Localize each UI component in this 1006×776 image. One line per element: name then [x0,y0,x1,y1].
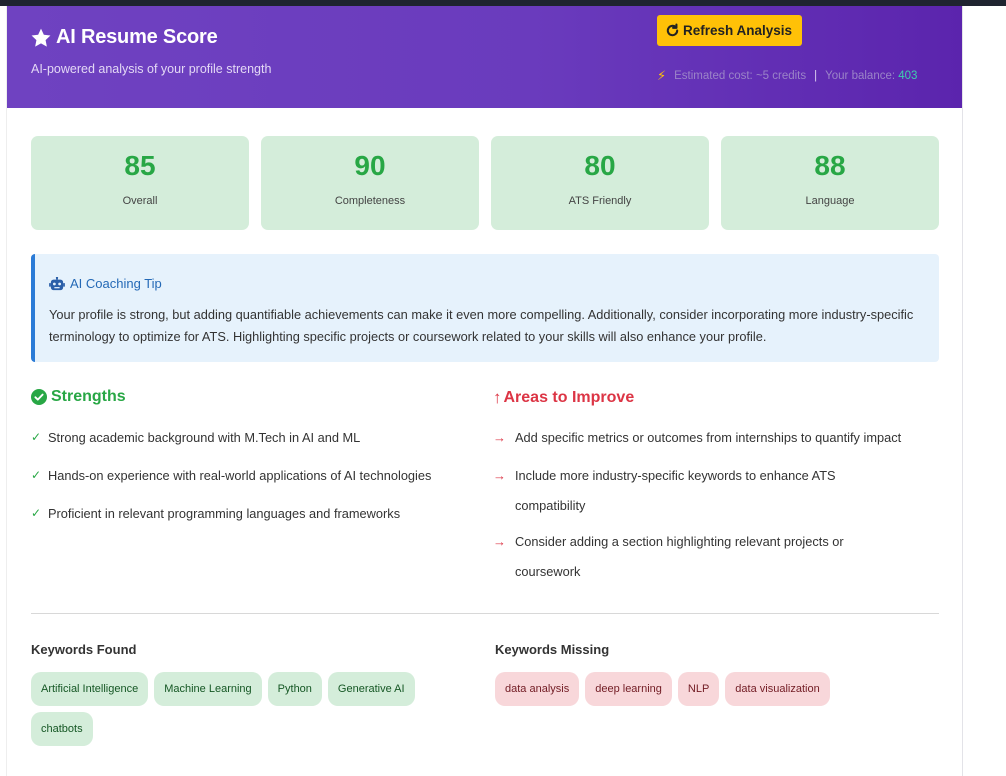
keyword-missing-chip: data analysis [495,672,580,706]
score-value: 90 [354,150,386,181]
improve-title: Areas to Improve [503,389,635,406]
refresh-icon [666,23,679,37]
score-label: Language [805,195,855,207]
keywords-found-title: Keywords Found [31,642,137,657]
page-title: AI Resume Score [56,26,218,48]
bolt-icon: ⚡ [657,68,667,83]
improve-text: Include more industry-specific keywords … [515,468,836,513]
check-icon: ✓ [31,468,42,482]
improve-item: → Consider adding a section highlighting… [493,527,878,587]
robot-icon [49,276,65,290]
keyword-missing-chip: NLP [677,672,720,706]
right-arrow-icon: → [493,430,506,445]
score-label: ATS Friendly [568,195,632,207]
strength-item: ✓ Strong academic background with M.Tech… [31,430,360,445]
up-arrow-icon: ↑ [493,388,502,407]
keywords-missing-title: Keywords Missing [495,642,610,657]
improve-text: Add specific metrics or outcomes from in… [515,430,902,445]
coaching-tip: AI Coaching Tip Your profile is strong, … [31,254,939,362]
keyword-found-chip: Generative AI [327,672,415,706]
score-value: 80 [584,150,616,181]
estimated-cost: Estimated cost: ~5 credits [674,70,807,82]
strength-text: Hands-on experience with real-world appl… [48,468,432,483]
score-label: Overall [122,195,158,207]
right-arrow-icon: → [493,534,506,549]
keyword-found-chip: Machine Learning [154,672,262,706]
strengths-heading: Strengths [31,388,126,406]
improve-item: → Include more industry-specific keyword… [493,461,878,521]
check-circle-icon [31,389,47,405]
score-value: 88 [814,150,846,181]
section-divider [31,613,939,614]
score-label: Completeness [334,195,406,207]
cost-separator: | [814,70,818,82]
keyword-found-chip: Python [267,672,322,706]
keyword-found-chip: chatbots [31,712,93,746]
page-subtitle: AI-powered analysis of your profile stre… [31,62,272,76]
keyword-missing-chip: deep learning [585,672,672,706]
star-icon [31,28,51,47]
improve-heading: ↑ Areas to Improve [493,388,634,408]
title-row: AI Resume Score [30,26,218,49]
coaching-tip-text: Your profile is strong, but adding quant… [49,307,914,344]
strength-item: ✓ Proficient in relevant programming lan… [31,506,400,521]
refresh-analysis-label: Refresh Analysis [683,23,793,38]
strength-item: ✓ Hands-on experience with real-world ap… [31,468,431,483]
keywords-missing-list: data analysis deep learning NLP data vis… [495,672,935,706]
score-header: AI Resume Score AI-powered analysis of y… [7,6,962,108]
score-card-language: 88 Language [721,136,939,230]
keyword-missing-chip: data visualization [725,672,830,706]
improve-text: Consider adding a section highlighting r… [515,534,844,579]
balance-value: 403 [898,70,918,82]
resume-score-card: AI Resume Score AI-powered analysis of y… [6,6,963,776]
right-arrow-icon: → [493,468,506,483]
strength-text: Proficient in relevant programming langu… [48,506,401,521]
refresh-analysis-button[interactable]: Refresh Analysis [657,15,803,46]
score-card-ats-friendly: 80 ATS Friendly [491,136,709,230]
strengths-title: Strengths [51,388,126,405]
check-icon: ✓ [31,506,42,520]
check-icon: ✓ [31,430,42,444]
cost-info: ⚡ Estimated cost: ~5 credits | Your bala… [657,68,917,84]
keyword-found-chip: Artificial Intelligence [31,672,149,706]
keywords-found-list: Artificial Intelligence Machine Learning… [31,672,451,746]
coaching-tip-header: AI Coaching Tip [49,276,162,291]
score-value: 85 [124,150,156,181]
balance-label: Your balance: [825,70,896,82]
score-card-overall: 85 Overall [31,136,249,230]
coaching-tip-title: AI Coaching Tip [70,276,162,291]
score-card-completeness: 90 Completeness [261,136,479,230]
strength-text: Strong academic background with M.Tech i… [48,430,361,445]
improve-item: → Add specific metrics or outcomes from … [493,423,943,453]
